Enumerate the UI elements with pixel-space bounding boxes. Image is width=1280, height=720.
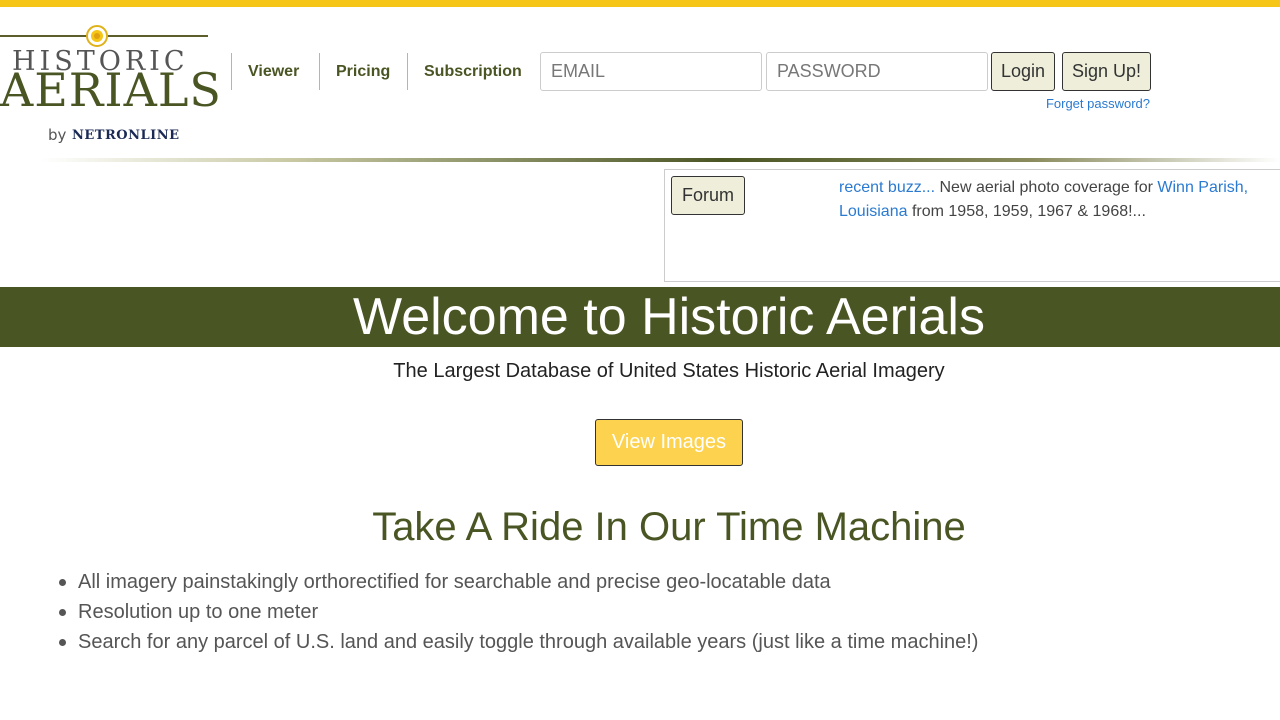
sun-icon xyxy=(86,25,108,47)
site-logo[interactable]: HISTORIC AERIALS by NETRONLINE xyxy=(0,22,221,147)
forgot-password-link[interactable]: Forget password? xyxy=(1046,96,1150,111)
hero-title: Welcome to Historic Aerials xyxy=(353,288,985,346)
email-input[interactable] xyxy=(540,52,762,91)
password-input[interactable] xyxy=(766,52,988,91)
feature-item: Search for any parcel of U.S. land and e… xyxy=(59,627,1228,657)
top-accent-bar xyxy=(0,0,1280,7)
header-divider xyxy=(40,158,1280,162)
signup-button[interactable]: Sign Up! xyxy=(1062,52,1152,91)
view-images-button[interactable]: View Images xyxy=(595,419,743,466)
logo-aerials: AERIALS xyxy=(0,63,222,117)
nav-pricing[interactable]: Pricing xyxy=(319,53,406,90)
logo-netronline: NETRONLINE xyxy=(72,128,180,143)
recent-buzz: recent buzz... New aerial photo coverage… xyxy=(839,176,1279,224)
nav-subscription[interactable]: Subscription xyxy=(407,53,538,90)
feature-item: All imagery painstakingly orthorectified… xyxy=(59,567,1228,597)
recent-buzz-link[interactable]: recent buzz... xyxy=(839,179,935,196)
login-button[interactable]: Login xyxy=(991,52,1056,91)
buzz-text-2: from 1958, 1959, 1967 & 1968!... xyxy=(907,203,1146,220)
section-title: Take A Ride In Our Time Machine xyxy=(372,505,966,549)
feature-item: Resolution up to one meter xyxy=(59,597,1228,627)
logo-by: by xyxy=(48,126,67,144)
feature-list: All imagery painstakingly orthorectified… xyxy=(59,567,1228,657)
buzz-text-1: New aerial photo coverage for xyxy=(935,179,1158,196)
nav-viewer[interactable]: Viewer xyxy=(231,53,315,90)
forum-panel: Forum recent buzz... New aerial photo co… xyxy=(664,169,1280,282)
hero-banner: Welcome to Historic Aerials xyxy=(0,287,1280,347)
hero-subtitle: The Largest Database of United States Hi… xyxy=(393,360,945,382)
forum-button[interactable]: Forum xyxy=(671,176,746,215)
